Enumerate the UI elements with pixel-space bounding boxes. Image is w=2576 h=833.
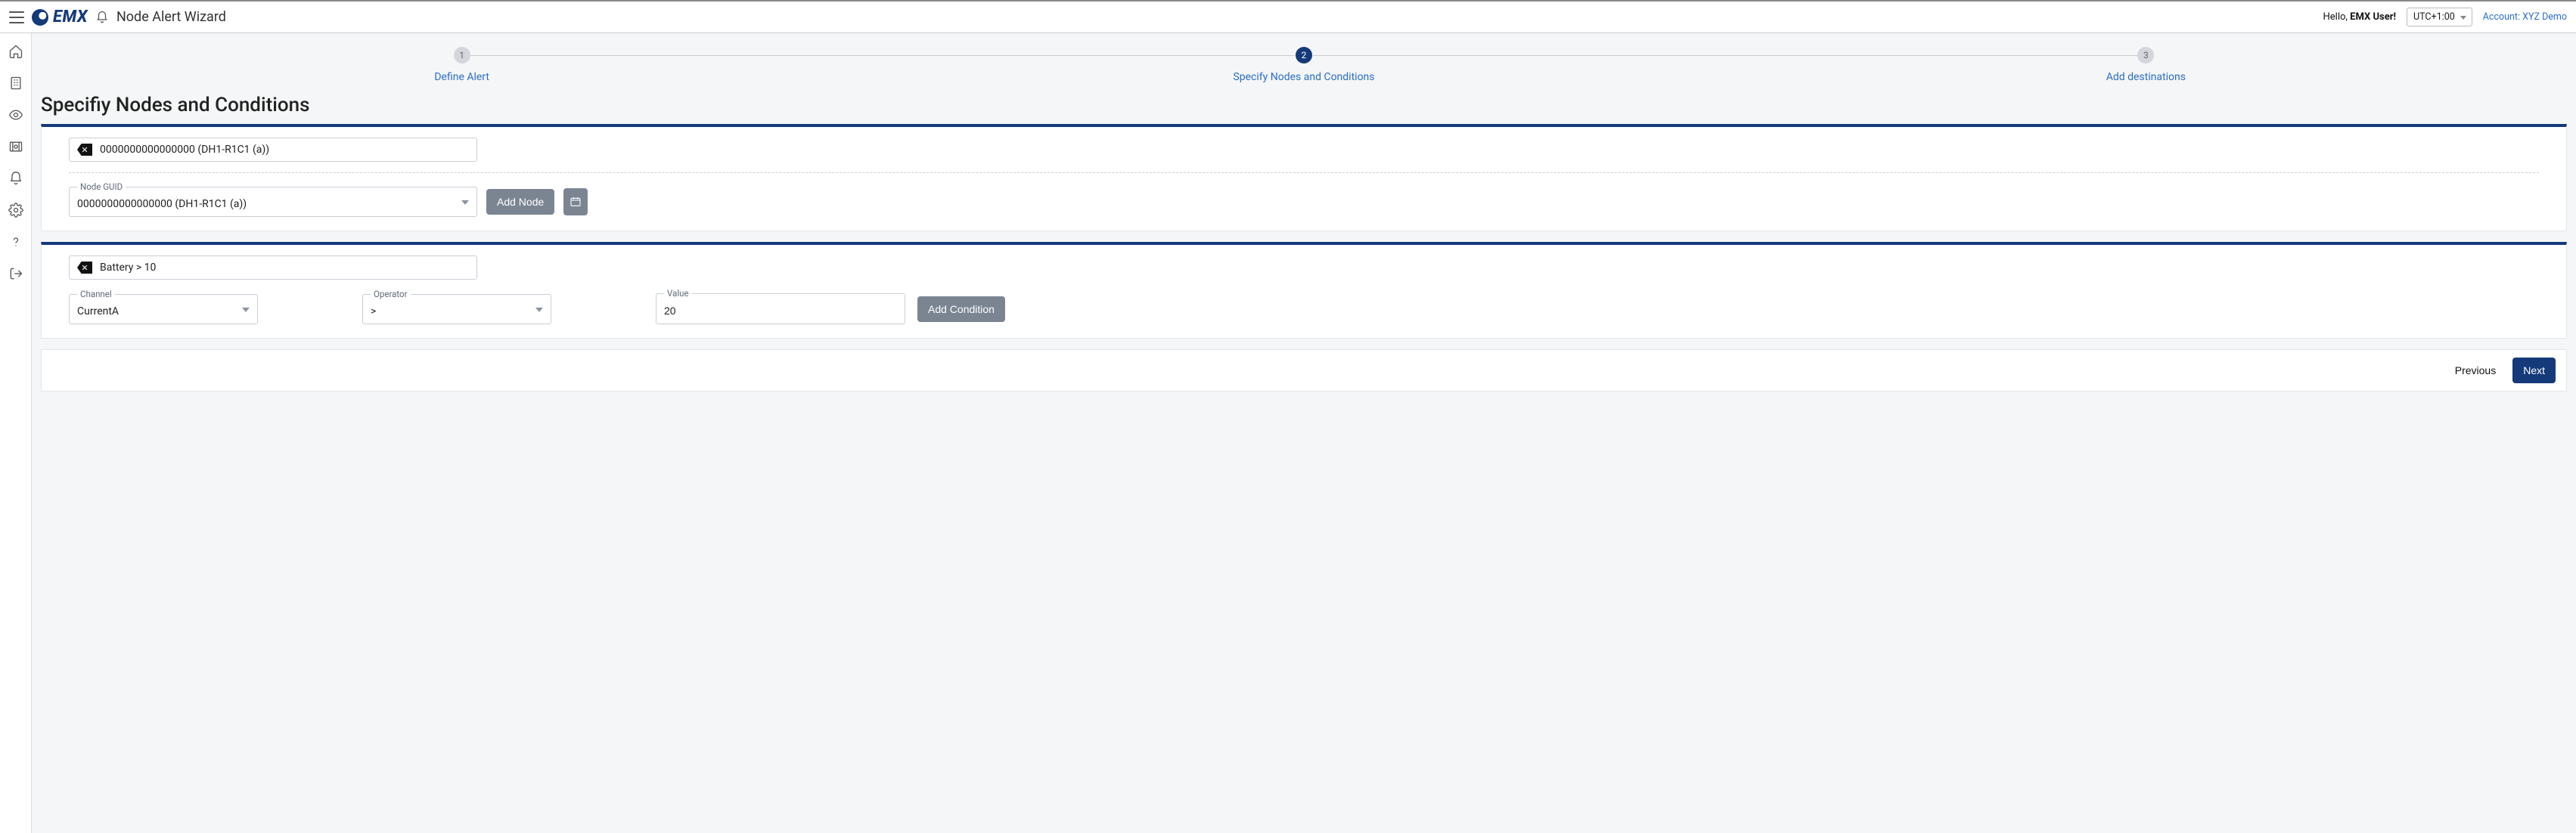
account-link[interactable]: Account: XYZ Demo [2483,11,2567,23]
wizard-stepper: 1 Define Alert 2 Specify Nodes and Condi… [41,47,2567,83]
home-icon[interactable] [8,44,23,59]
section-heading: Specifiy Nodes and Conditions [41,94,2567,116]
settings-icon[interactable] [8,203,23,218]
eye-icon[interactable] [8,107,23,122]
field-value: > [371,305,376,317]
brand-logo[interactable]: EMX [32,8,88,26]
step-connector [469,55,1295,56]
value-field[interactable] [664,305,897,317]
step-label: Add destinations [1725,71,2567,83]
previous-button[interactable]: Previous [2444,358,2506,383]
step-label: Specify Nodes and Conditions [883,71,1724,83]
nodes-card: ✕ 0000000000000000 (DH1-R1C1 (a)) Node G… [41,124,2567,231]
logout-icon[interactable] [8,266,23,281]
step-add-destinations[interactable]: 3 Add destinations [1725,47,2567,83]
operator-select[interactable]: Operator > [362,294,551,324]
alerts-icon[interactable] [8,171,23,186]
conditions-card: ✕ Battery > 10 Channel CurrentA Operator… [41,242,2567,339]
brand-logo-text: EMX [53,8,88,26]
left-nav [0,33,32,833]
add-condition-button[interactable]: Add Condition [917,296,1005,322]
top-bar: EMX Node Alert Wizard Hello, EMX User! U… [0,0,2576,33]
field-label: Value [664,288,692,299]
channel-select[interactable]: Channel CurrentA [69,294,258,324]
page-title: Node Alert Wizard [116,9,226,25]
greeting-user: EMX User! [2350,11,2396,23]
next-button[interactable]: Next [2512,358,2556,383]
brand-logo-mark [32,9,48,26]
field-label: Node GUID [77,181,126,192]
help-icon[interactable] [8,234,23,249]
field-label: Operator [371,289,411,299]
menu-toggle-icon[interactable] [9,11,24,23]
field-value: 0000000000000000 (DH1-R1C1 (a)) [77,198,247,210]
step-number: 1 [454,47,470,63]
step-specify-nodes[interactable]: 2 Specify Nodes and Conditions [883,47,1724,83]
step-label: Define Alert [41,71,883,83]
step-number: 2 [1296,47,1312,63]
selected-condition-chip: ✕ Battery > 10 [69,255,477,280]
separator [69,172,2539,173]
bell-icon [95,11,109,24]
timezone-value: UTC+1:00 [2413,11,2455,23]
chip-text: Battery > 10 [100,262,156,274]
building-icon[interactable] [8,76,23,91]
selected-node-chip: ✕ 0000000000000000 (DH1-R1C1 (a)) [69,138,477,162]
step-connector [1313,55,2139,56]
greeting: Hello, EMX User! [2323,11,2396,23]
main-content: 1 Define Alert 2 Specify Nodes and Condi… [32,33,2576,833]
node-picker-button[interactable] [563,188,588,215]
dashboard-icon[interactable] [8,139,23,154]
value-input[interactable]: Value [656,293,905,324]
remove-chip-icon[interactable]: ✕ [77,144,92,156]
timezone-select[interactable]: UTC+1:00 [2407,8,2472,26]
field-value: CurrentA [77,305,119,317]
chip-text: 0000000000000000 (DH1-R1C1 (a)) [100,144,269,156]
step-define-alert[interactable]: 1 Define Alert [41,47,883,83]
wizard-actions: Previous Next [41,349,2567,392]
add-node-button[interactable]: Add Node [486,189,554,215]
remove-chip-icon[interactable]: ✕ [77,262,92,274]
node-guid-select[interactable]: Node GUID 0000000000000000 (DH1-R1C1 (a)… [69,187,477,217]
step-number: 3 [2137,47,2154,63]
field-label: Channel [77,289,115,299]
greeting-prefix: Hello, [2323,11,2350,23]
